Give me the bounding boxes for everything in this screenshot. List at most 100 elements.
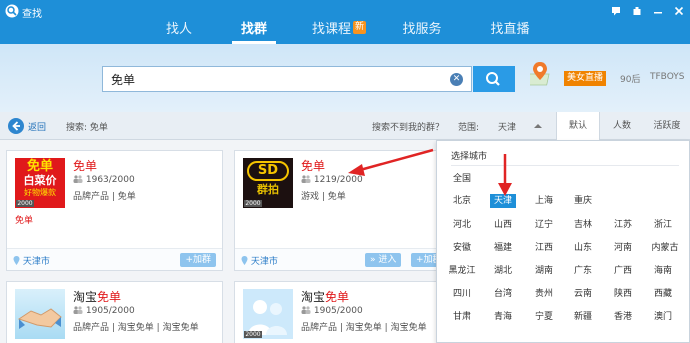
city-option[interactable]: 江苏 [610,218,636,232]
group-tags: 游戏 | 免单 [301,192,346,202]
sort-tab-activity[interactable]: 活跃度 [644,112,690,140]
city-option[interactable]: 浙江 [650,218,676,232]
members-icon [301,306,311,314]
window-title: 查找 [22,9,42,20]
minimize-icon[interactable] [650,4,666,18]
group-name[interactable]: 淘宝免单 [73,288,121,305]
group-desc: 免单 [15,216,34,226]
city-option[interactable]: 河北 [449,218,475,232]
group-name[interactable]: 淘宝免单 [301,288,349,305]
group-name[interactable]: 免单 [301,157,325,174]
search-input[interactable] [111,71,431,88]
members-icon [73,306,83,314]
new-badge: 新 [353,21,367,34]
sort-tab-members[interactable]: 人数 [600,112,644,140]
live-promo-badge[interactable]: 美女直播 [564,71,607,86]
sort-tab-default[interactable]: 默认 [556,112,600,141]
tab-find-course[interactable]: 找课程新 [306,18,372,44]
city-option[interactable]: 宁夏 [531,310,557,324]
tab-find-live[interactable]: 找直播 [484,18,536,44]
city-option[interactable]: 山东 [570,241,596,255]
skin-icon[interactable] [629,4,645,18]
member-count: 1905/2000 [73,306,135,316]
city-option[interactable]: 上海 [531,194,557,208]
search-summary: 搜索: 免单 [66,123,108,133]
city-option[interactable]: 河南 [610,241,636,255]
range-select[interactable]: 天津 [498,120,516,133]
city-option[interactable]: 湖北 [490,264,516,278]
city-option[interactable]: 澳门 [650,310,676,324]
search-button[interactable] [473,66,515,92]
group-card[interactable]: 淘宝免单 1905/2000 品牌产品 | 淘宝免单 | 淘宝免单 [6,281,223,343]
city-option[interactable]: 台湾 [490,287,516,301]
city-option[interactable]: 陕西 [610,287,636,301]
group-location: 天津市 [13,254,50,267]
card-footer: 天津市 » 进入 +加群 [235,248,450,270]
group-avatar: 免单 白菜价 好物爆款 2000 [15,158,65,208]
city-option-selected[interactable]: 天津 [490,194,516,208]
city-option[interactable]: 北京 [449,194,475,208]
search-band: ✕ 美女直播 90后 TFBOYS [0,44,690,112]
clear-icon[interactable]: ✕ [450,73,463,86]
group-card[interactable]: 免单 白菜价 好物爆款 2000 免单 1963/2000 品牌产品 | 免单 … [6,150,223,271]
member-count: 1905/2000 [301,306,363,316]
promo-link-90s[interactable]: 90后 [620,72,640,85]
search-box: ✕ [102,66,472,92]
city-option[interactable]: 青海 [490,310,516,324]
range-label: 范围: [458,123,480,133]
location-pin-icon[interactable] [530,60,556,88]
group-avatar: SD 群拍 2000 [243,158,293,208]
city-option[interactable]: 海南 [650,264,676,278]
divider [451,165,679,166]
enter-group-button[interactable]: » 进入 [365,253,402,267]
group-tags: 品牌产品 | 免单 [73,192,136,202]
handshake-icon [17,308,62,329]
city-option[interactable]: 山西 [490,218,516,232]
city-option[interactable]: 云南 [570,287,596,301]
back-link[interactable]: 返回 [28,120,46,133]
tab-find-people[interactable]: 找人 [158,18,200,44]
city-option[interactable]: 新疆 [570,310,596,324]
app-logo-icon [5,4,19,18]
city-dropdown: 选择城市 全国 北京 天津 上海 重庆 河北 山西 辽宁 吉林 江苏 浙江 安徽… [436,140,690,343]
search-icon [486,72,500,86]
city-option[interactable]: 湖南 [531,264,557,278]
group-name[interactable]: 免单 [73,157,97,174]
join-group-button[interactable]: +加群 [180,253,216,267]
close-icon[interactable] [671,4,687,18]
city-option[interactable]: 四川 [449,287,475,301]
members-icon [73,175,83,183]
tab-find-service[interactable]: 找服务 [396,18,448,44]
group-tags: 品牌产品 | 淘宝免单 | 淘宝免单 [301,323,427,333]
filter-bar: 返回 搜索: 免单 搜索不到我的群？ 范围: 天津 默认 人数 活跃度 [0,112,690,141]
group-card[interactable]: SD 群拍 2000 免单 1219/2000 游戏 | 免单 天津市 » 进入… [234,150,451,271]
title-bar: 查找 找人 找群 找课程新 找服务 找直播 [0,0,690,44]
city-option-all[interactable]: 全国 [449,172,475,186]
group-card[interactable]: 2000 淘宝免单 1905/2000 品牌产品 | 淘宝免单 | 淘宝免单 [234,281,451,343]
promo-link-tfboys[interactable]: TFBOYS [650,72,685,82]
group-avatar [15,289,65,339]
city-option[interactable]: 内蒙古 [647,241,683,255]
location-icon [13,256,20,265]
city-option[interactable]: 香港 [610,310,636,324]
city-option[interactable]: 重庆 [570,194,596,208]
group-avatar: 2000 [243,289,293,339]
back-arrow-icon[interactable] [8,118,24,134]
city-option[interactable]: 福建 [490,241,516,255]
city-option[interactable]: 辽宁 [531,218,557,232]
city-option[interactable]: 贵州 [531,287,557,301]
city-option[interactable]: 吉林 [570,218,596,232]
city-option[interactable]: 江西 [531,241,557,255]
feedback-icon[interactable] [608,4,624,18]
not-found-link[interactable]: 搜索不到我的群？ [372,120,444,133]
city-option[interactable]: 广西 [610,264,636,278]
city-option[interactable]: 黑龙江 [446,264,478,278]
chevron-up-icon[interactable] [534,123,542,129]
group-location: 天津市 [241,254,278,267]
city-option[interactable]: 安徽 [449,241,475,255]
city-panel-title: 选择城市 [451,152,488,162]
city-option[interactable]: 广东 [570,264,596,278]
member-count: 1963/2000 [73,175,135,185]
city-option[interactable]: 西藏 [650,287,676,301]
city-option[interactable]: 甘肃 [449,310,475,324]
